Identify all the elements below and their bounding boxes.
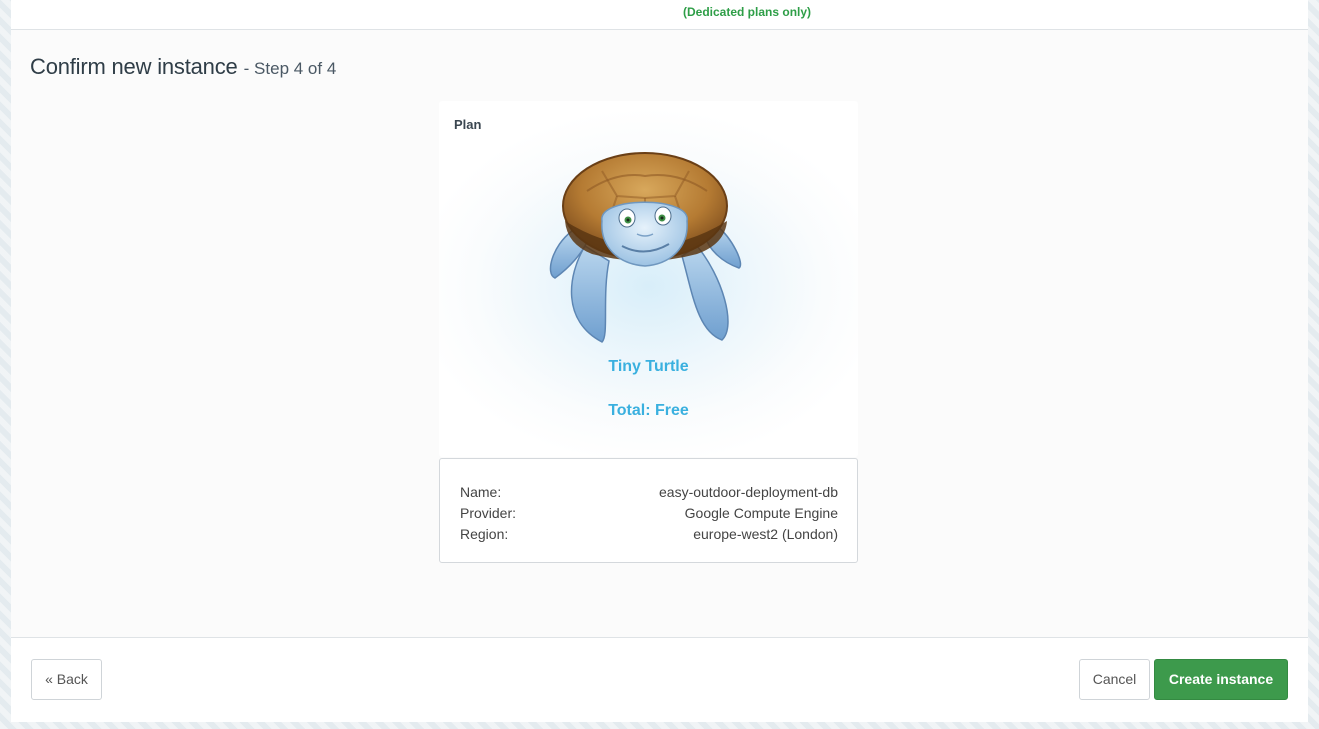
details-row-name: Name: easy-outdoor-deployment-db bbox=[460, 481, 838, 502]
cancel-button[interactable]: Cancel bbox=[1079, 659, 1150, 700]
instance-details: Name: easy-outdoor-deployment-db Provide… bbox=[439, 458, 858, 563]
dedicated-plans-note: (Dedicated plans only) bbox=[683, 5, 812, 19]
confirm-panel: Confirm new instance - Step 4 of 4 Plan bbox=[11, 30, 1308, 637]
turtle-mascot-icon bbox=[549, 152, 742, 343]
footer-bar: « Back Cancel Create instance bbox=[11, 637, 1308, 722]
plan-card: Plan Tiny Turtle Total: Free bbox=[439, 101, 858, 457]
page-title-step: - Step 4 of 4 bbox=[243, 59, 337, 78]
details-label: Provider: bbox=[460, 504, 517, 521]
details-row-region: Region: europe-west2 (London) bbox=[460, 523, 838, 544]
page-title: Confirm new instance - Step 4 of 4 bbox=[30, 54, 336, 80]
details-label: Name: bbox=[460, 483, 502, 500]
create-instance-button[interactable]: Create instance bbox=[1154, 659, 1288, 700]
plan-label: Plan bbox=[454, 117, 482, 132]
details-label: Region: bbox=[460, 525, 509, 542]
top-strip: (Dedicated plans only) bbox=[11, 0, 1308, 30]
back-button[interactable]: « Back bbox=[31, 659, 102, 700]
plan-total: Total: Free bbox=[608, 402, 689, 419]
details-value: Google Compute Engine bbox=[684, 504, 838, 521]
details-row-provider: Provider: Google Compute Engine bbox=[460, 502, 838, 523]
details-table: Name: easy-outdoor-deployment-db Provide… bbox=[460, 481, 838, 544]
details-value: easy-outdoor-deployment-db bbox=[659, 483, 838, 500]
plan-name: Tiny Turtle bbox=[608, 358, 689, 375]
page-title-main: Confirm new instance bbox=[30, 54, 238, 79]
details-value: europe-west2 (London) bbox=[693, 525, 838, 542]
